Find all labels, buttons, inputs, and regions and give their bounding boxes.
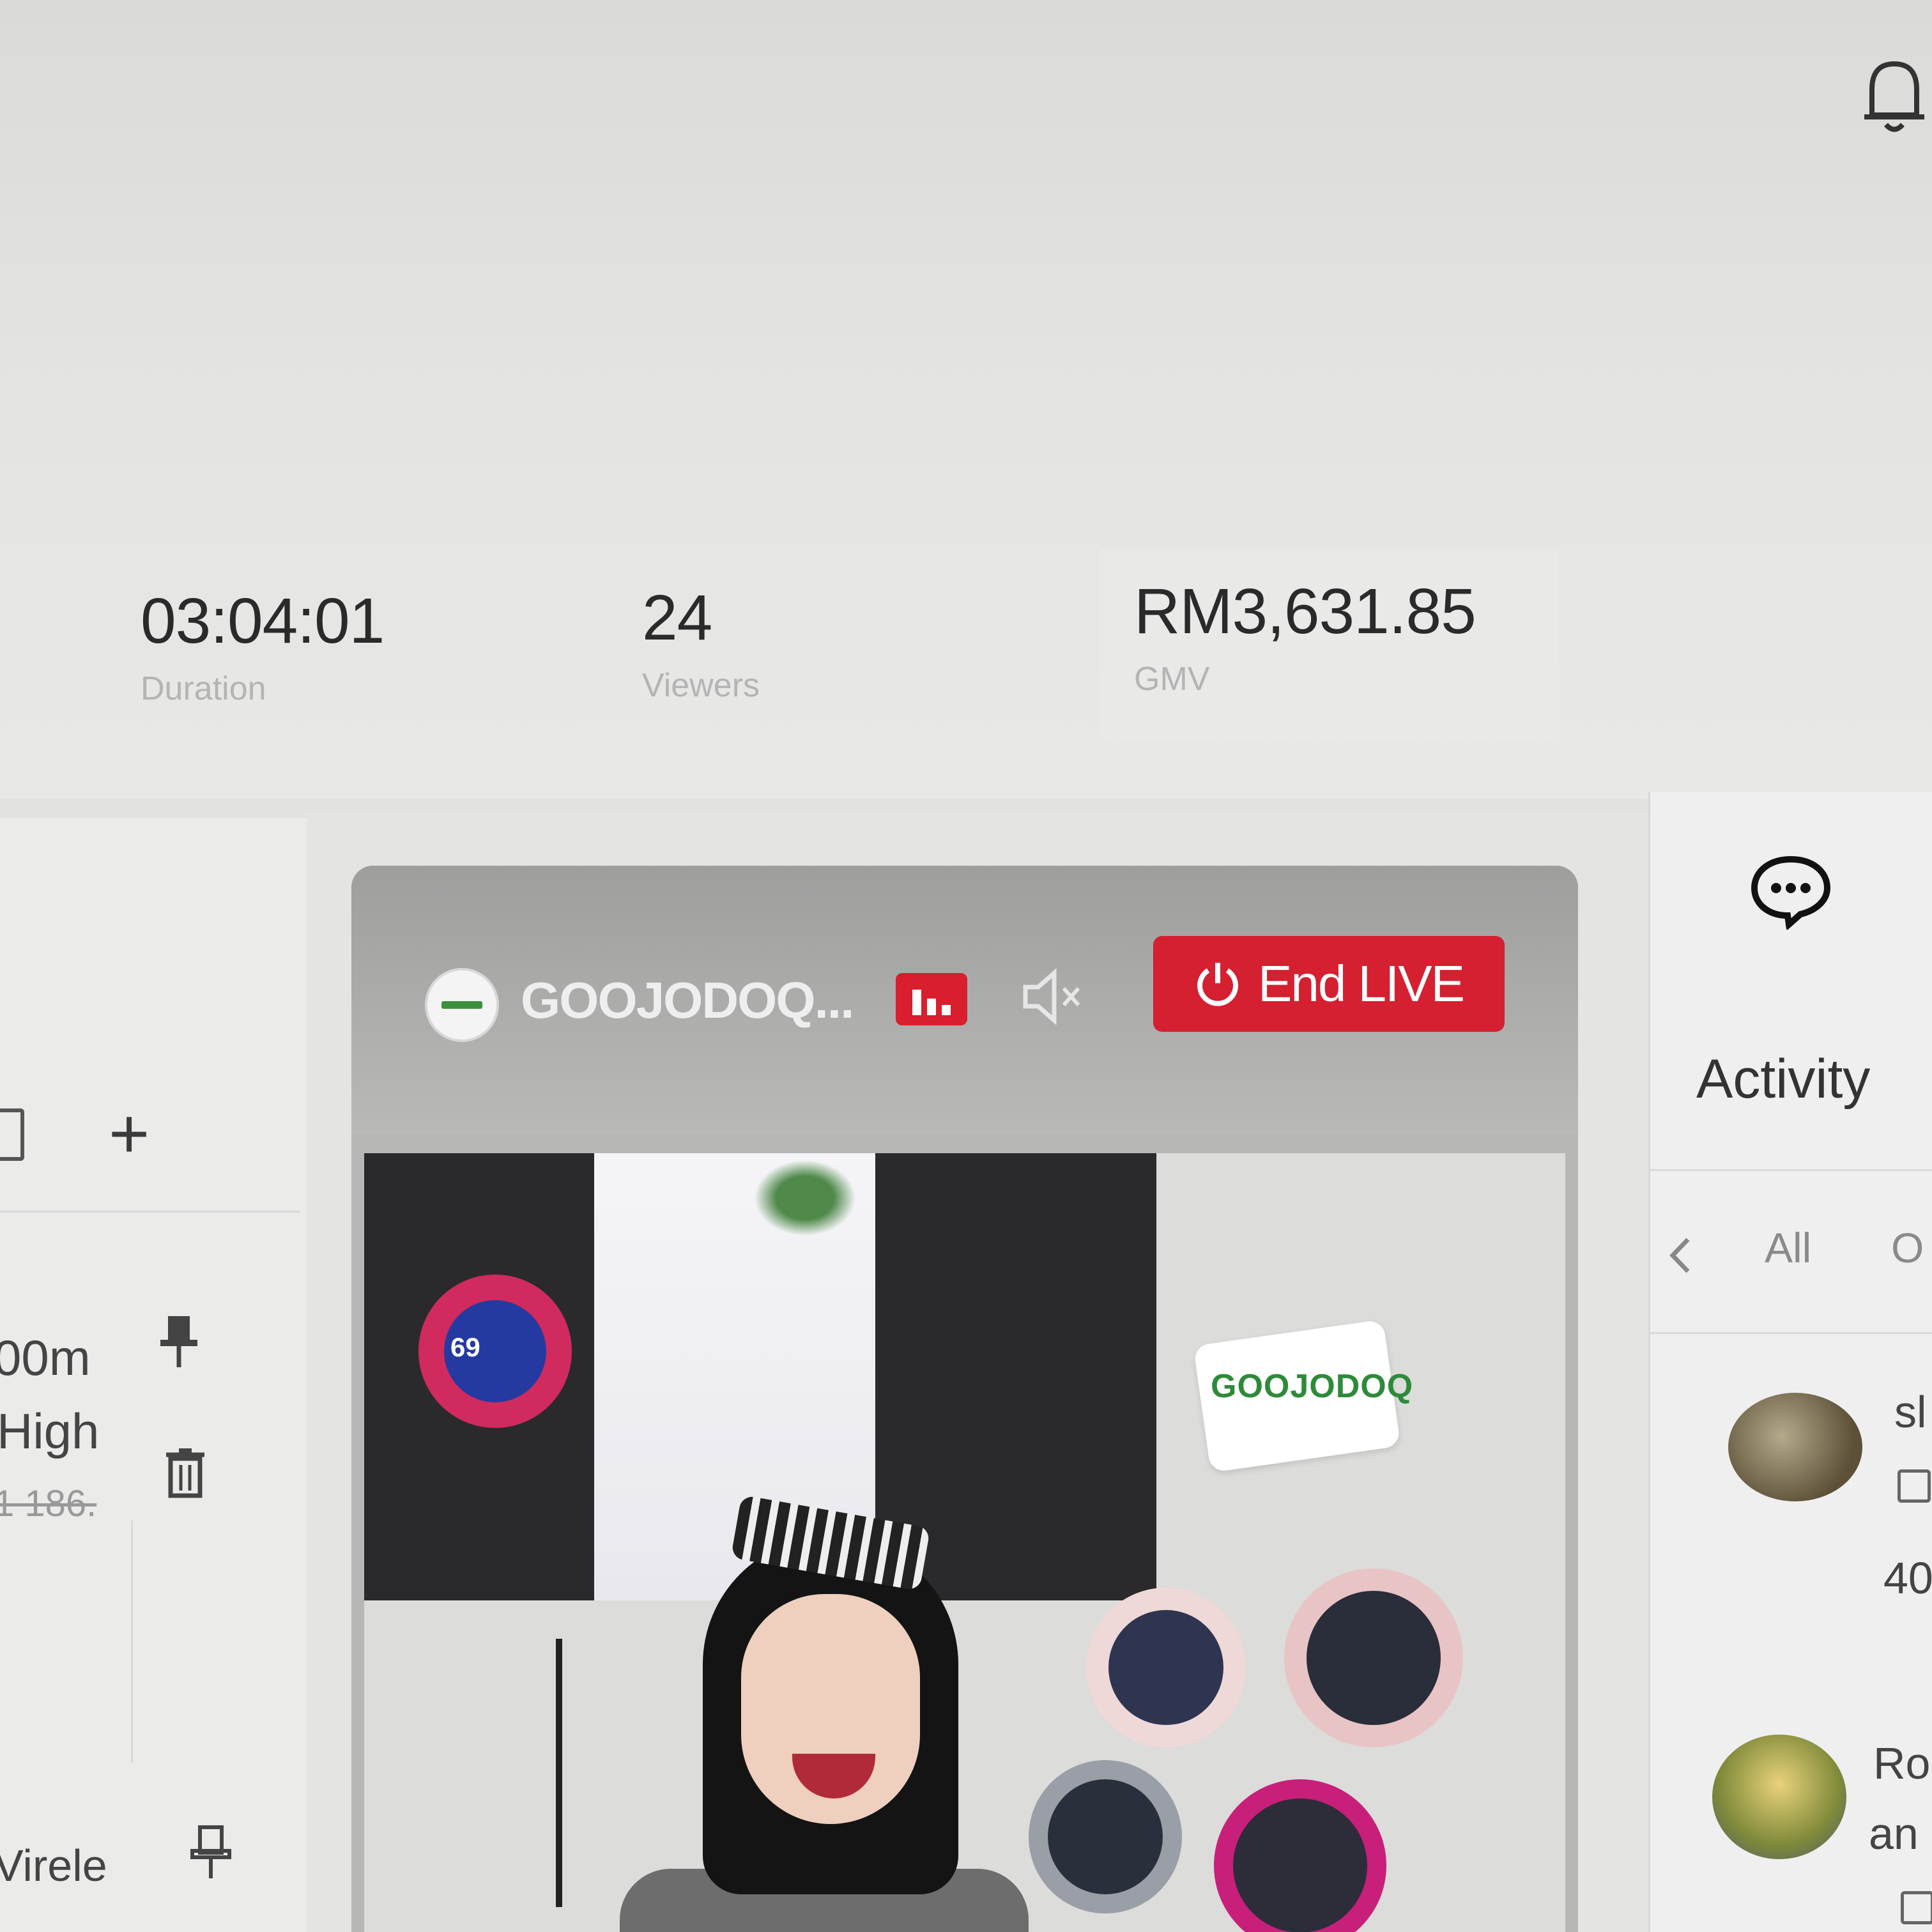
product-original-price: 1 186. xyxy=(0,1483,97,1524)
plant-decor xyxy=(754,1160,856,1236)
product-fan xyxy=(1214,1779,1386,1932)
activity-title: Activity xyxy=(1696,1048,1871,1110)
product-subtitle: High xyxy=(0,1403,100,1459)
end-live-label: End LIVE xyxy=(1257,955,1465,1012)
host-name[interactable]: GOOJODOQ... xyxy=(521,971,854,1030)
tv-stand xyxy=(556,1639,562,1907)
power-icon xyxy=(1197,963,1238,1006)
activity-detail: an xyxy=(1869,1809,1919,1859)
chevron-left-icon[interactable] xyxy=(1661,1230,1699,1281)
pin-outline-icon[interactable] xyxy=(188,1824,233,1882)
product-list-icon[interactable] xyxy=(0,1108,24,1161)
duration-stat: 03:04:01 Duration xyxy=(141,585,385,708)
chat-bubble-icon[interactable] xyxy=(1749,853,1832,930)
dial-reading: 69 xyxy=(450,1332,480,1362)
gmv-value: RM3,631.85 xyxy=(1134,576,1476,647)
user-avatar[interactable] xyxy=(1728,1393,1862,1501)
products-divider xyxy=(0,1211,300,1213)
duration-value: 03:04:01 xyxy=(141,585,385,657)
user-avatar[interactable] xyxy=(1712,1735,1846,1859)
message-icon xyxy=(1897,1469,1931,1503)
product-fan xyxy=(1029,1760,1182,1913)
host-person xyxy=(620,1494,1029,1932)
viewers-label: Viewers xyxy=(642,667,760,704)
tab-orders[interactable]: O xyxy=(1891,1223,1924,1272)
trash-icon[interactable] xyxy=(163,1447,208,1498)
product-card-border xyxy=(131,1521,133,1763)
gmv-stat: RM3,631.85 GMV xyxy=(1134,575,1476,698)
product-fan xyxy=(1284,1568,1463,1747)
live-stream-preview: GOOJODOQ... End LIVE 69 GOOJODOQ xyxy=(351,866,1578,1932)
live-header-bar: GOOJODOQ... End LIVE xyxy=(351,866,1578,1134)
viewers-value: 24 xyxy=(642,582,712,654)
activity-user-name: sl xyxy=(1894,1387,1927,1437)
activity-detail: 40 xyxy=(1883,1553,1932,1603)
bar-chart-icon[interactable] xyxy=(896,973,967,1025)
duration-label: Duration xyxy=(141,670,266,707)
tabs-divider xyxy=(1648,1332,1932,1334)
product-fan xyxy=(1086,1588,1246,1747)
tab-all[interactable]: All xyxy=(1765,1223,1811,1272)
product-title-2[interactable]: Virele xyxy=(0,1840,107,1891)
fan-dial-display xyxy=(418,1275,572,1428)
host-avatar[interactable] xyxy=(425,968,499,1042)
camera-feed: 69 GOOJODOQ xyxy=(364,1153,1565,1932)
viewers-stat: 24 Viewers xyxy=(642,581,760,705)
gmv-label: GMV xyxy=(1134,661,1210,698)
brand-logo-text: GOOJODOQ xyxy=(1211,1368,1414,1405)
product-title[interactable]: 00m xyxy=(0,1329,91,1387)
activity-divider xyxy=(1648,1169,1932,1171)
end-live-button[interactable]: End LIVE xyxy=(1153,936,1505,1032)
plus-icon[interactable]: + xyxy=(109,1099,150,1169)
bell-icon[interactable] xyxy=(1859,54,1929,137)
speaker-muted-icon[interactable] xyxy=(1016,962,1086,1032)
activity-user-name: Ro xyxy=(1873,1738,1931,1788)
pin-filled-icon[interactable] xyxy=(157,1313,201,1370)
message-icon xyxy=(1901,1891,1932,1924)
